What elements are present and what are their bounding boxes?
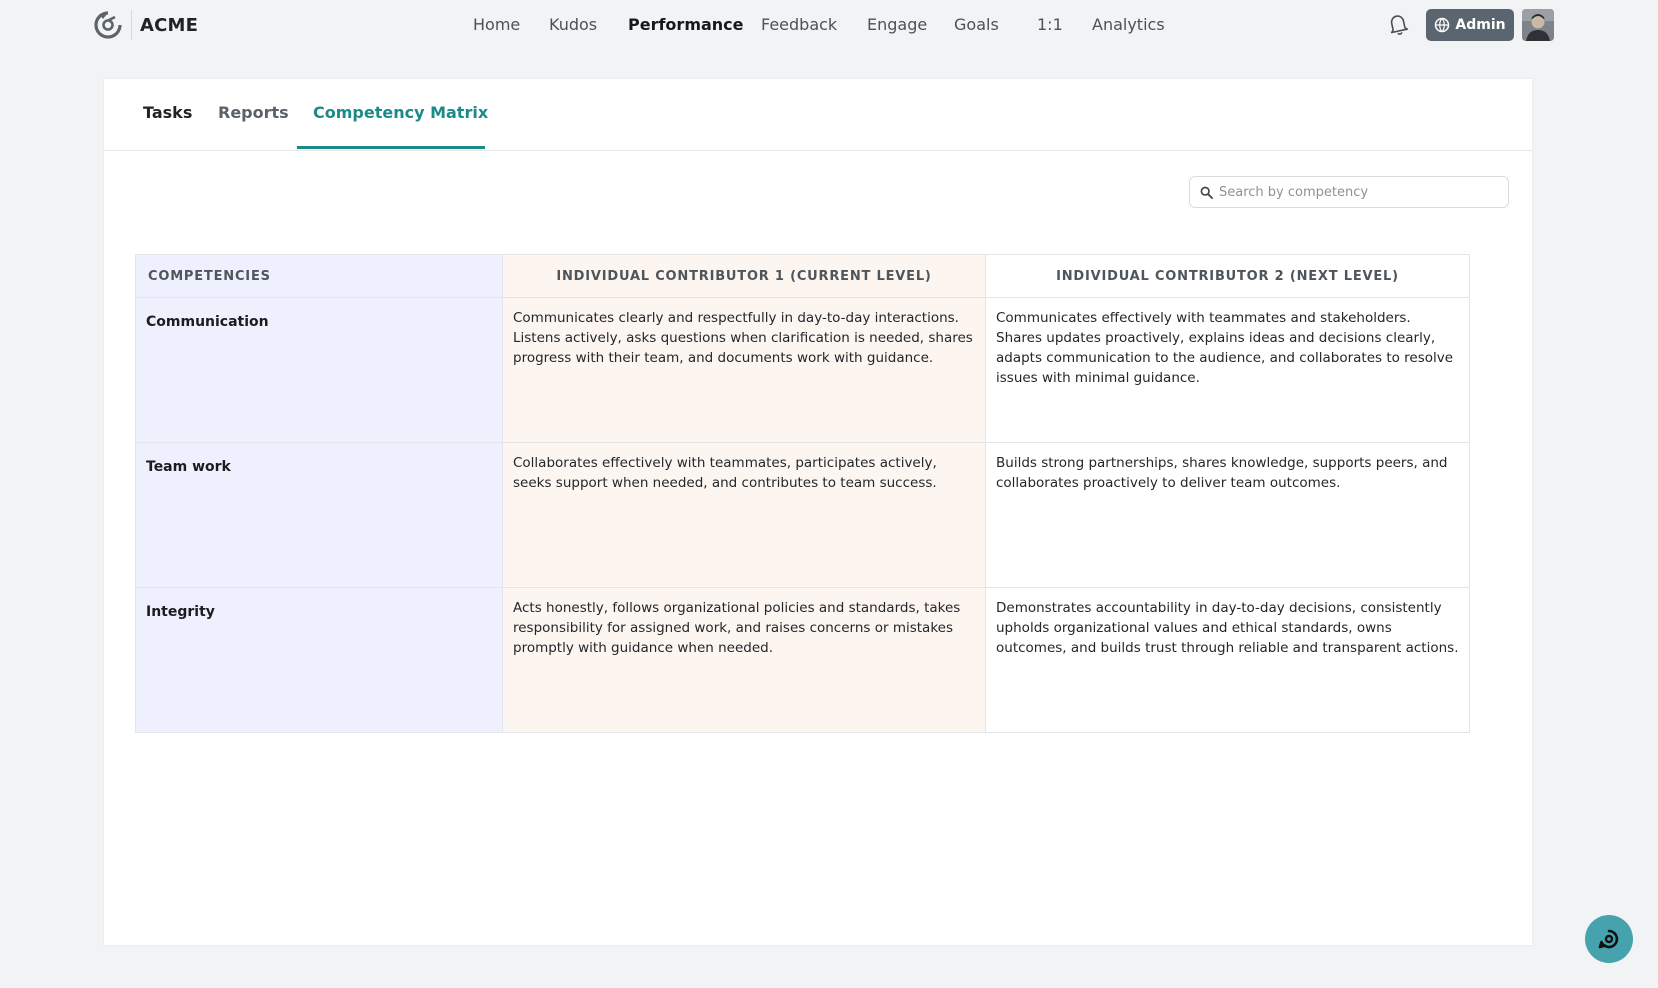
tab-reports[interactable]: Reports [218, 103, 289, 122]
current-level-cell: Acts honestly, follows organizational po… [502, 587, 986, 733]
active-tab-indicator [297, 146, 485, 149]
nav-item-kudos[interactable]: Kudos [549, 15, 597, 34]
nav-item-analytics[interactable]: Analytics [1092, 15, 1165, 34]
nav-item-home[interactable]: Home [473, 15, 520, 34]
competency-name: Communication [146, 314, 269, 330]
avatar-image [1522, 9, 1554, 41]
table-row: Integrity Acts honestly, follows organiz… [135, 587, 1470, 733]
current-level-description: Communicates clearly and respectfully in… [513, 310, 973, 366]
next-level-description: Communicates effectively with teammates … [996, 310, 1454, 386]
current-level-cell: Collaborates effectively with teammates,… [502, 442, 986, 588]
nav-item-goals[interactable]: Goals [954, 15, 999, 34]
main-nav: Home Kudos Performance Feedback Engage G… [0, 0, 1658, 50]
competency-card: Tasks Reports Competency Matrix COMPETEN… [103, 78, 1533, 946]
competency-cell: Team work [135, 442, 503, 588]
tab-bar: Tasks Reports Competency Matrix [104, 79, 1532, 151]
current-level-description: Acts honestly, follows organizational po… [513, 600, 961, 656]
chat-icon [1598, 929, 1619, 949]
column-header-next-level: INDIVIDUAL CONTRIBUTOR 2 (NEXT LEVEL) [985, 254, 1470, 298]
tab-competency-matrix[interactable]: Competency Matrix [313, 103, 488, 122]
top-navigation-bar: ACME Home Kudos Performance Feedback Eng… [0, 0, 1658, 50]
competency-cell: Communication [135, 297, 503, 443]
table-header-row: COMPETENCIES INDIVIDUAL CONTRIBUTOR 1 (C… [135, 254, 1470, 298]
tab-tasks[interactable]: Tasks [143, 103, 192, 122]
next-level-description: Demonstrates accountability in day-to-da… [996, 600, 1459, 656]
table-row: Team work Collaborates effectively with … [135, 442, 1470, 588]
competency-name: Team work [146, 459, 231, 475]
nav-item-feedback[interactable]: Feedback [761, 15, 837, 34]
column-header-competencies: COMPETENCIES [135, 254, 503, 298]
next-level-cell: Communicates effectively with teammates … [985, 297, 1470, 443]
search-icon [1200, 186, 1213, 199]
next-level-cell: Builds strong partnerships, shares knowl… [985, 442, 1470, 588]
column-header-current-level: INDIVIDUAL CONTRIBUTOR 1 (CURRENT LEVEL) [502, 254, 986, 298]
admin-button-label: Admin [1455, 17, 1506, 33]
admin-button[interactable]: Admin [1426, 9, 1514, 41]
competency-name: Integrity [146, 604, 215, 620]
next-level-cell: Demonstrates accountability in day-to-da… [985, 587, 1470, 733]
competency-cell: Integrity [135, 587, 503, 733]
table-row: Communication Communicates clearly and r… [135, 297, 1470, 443]
competency-matrix-table: COMPETENCIES INDIVIDUAL CONTRIBUTOR 1 (C… [135, 254, 1470, 733]
nav-item-one-on-one[interactable]: 1:1 [1037, 15, 1063, 34]
next-level-description: Builds strong partnerships, shares knowl… [996, 455, 1448, 491]
help-chat-button[interactable] [1585, 915, 1633, 963]
search-input[interactable] [1219, 184, 1489, 200]
search-field[interactable] [1189, 176, 1509, 208]
avatar[interactable] [1522, 9, 1554, 41]
nav-item-engage[interactable]: Engage [867, 15, 927, 34]
current-level-description: Collaborates effectively with teammates,… [513, 455, 937, 491]
nav-item-performance[interactable]: Performance [628, 15, 744, 34]
globe-icon [1435, 17, 1450, 33]
bell-icon[interactable] [1387, 12, 1409, 36]
current-level-cell: Communicates clearly and respectfully in… [502, 297, 986, 443]
